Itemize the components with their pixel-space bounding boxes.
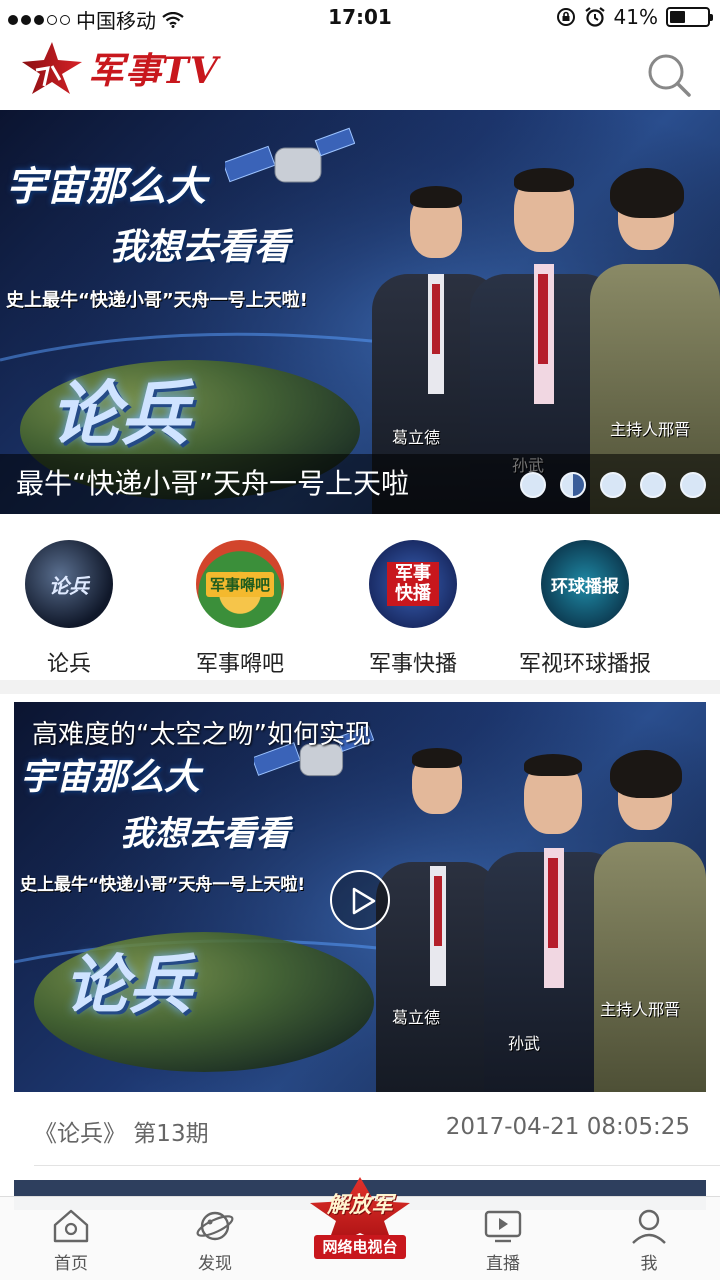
carousel-dot[interactable]: [680, 472, 706, 498]
person-left: [376, 748, 500, 1092]
category-row: 论兵 论兵 军事嘚吧 军事嘚吧 军事快播 军事快播 环球播报 军视环球播报: [0, 514, 720, 680]
huanqiu-bobao-icon: 环球播报: [541, 540, 629, 628]
lunbing-icon: 论兵: [25, 540, 113, 628]
search-icon[interactable]: [646, 52, 692, 98]
poster-show-logo: 论兵: [50, 373, 190, 455]
tab-label: 首页: [54, 1254, 88, 1274]
app-logo[interactable]: 军事TV: [14, 40, 219, 96]
poster-tagline: 史上最牛“快递小哥”天舟一号上天啦!: [20, 875, 306, 895]
play-button[interactable]: [330, 870, 390, 930]
tab-label: 发现: [198, 1254, 232, 1274]
user-icon: [632, 1209, 666, 1244]
app-header: 军事TV: [0, 36, 720, 110]
carousel-dot[interactable]: [520, 472, 546, 498]
tab-live[interactable]: 直播: [458, 1207, 548, 1274]
tab-label: 我: [640, 1254, 658, 1274]
name-tag-right: 主持人邢晋: [600, 1000, 681, 1019]
carousel-dot[interactable]: [600, 472, 626, 498]
satellite-icon: [225, 127, 355, 183]
tab-label: 直播: [486, 1254, 520, 1274]
name-tag-right: 主持人邢晋: [610, 420, 691, 439]
bottom-tab-bar: 首页 发现 解放军 网络电视台 直播 我: [0, 1177, 720, 1280]
category-junshi-deba[interactable]: 军事嘚吧 军事嘚吧: [155, 540, 325, 678]
featured-video[interactable]: 高难度的“太空之吻”如何实现 宇宙那么大 我想去看看 史上最牛“快递小哥”天舟一…: [14, 702, 706, 1092]
section-divider: [0, 680, 720, 694]
person-right: [594, 742, 706, 1092]
name-tag-left: 葛立德: [392, 428, 441, 447]
junshi-deba-icon: 军事嘚吧: [196, 540, 284, 628]
carousel-dot[interactable]: [560, 472, 586, 498]
poster-tagline: 史上最牛“快递小哥”天舟一号上天啦!: [6, 290, 308, 311]
video-title: 高难度的“太空之吻”如何实现: [32, 720, 371, 750]
category-junshi-kuaibo[interactable]: 军事快播 军事快播: [328, 540, 498, 678]
category-label: 论兵: [46, 652, 91, 677]
discover-planet-icon: [196, 1211, 234, 1241]
live-play-icon: [484, 1210, 522, 1243]
category-huanqiu-bobao[interactable]: 环球播报 军视环球播报: [500, 540, 670, 678]
play-icon: [352, 887, 376, 915]
category-label: 军事嘚吧: [195, 652, 284, 677]
poster-title-line2: 我想去看看: [120, 814, 290, 854]
carousel-pagination[interactable]: [520, 472, 706, 498]
hero-carousel[interactable]: 宇宙那么大 我想去看看 史上最牛“快递小哥”天舟一号上天啦! 论兵 葛立德 孙武…: [0, 110, 720, 514]
poster-title-line1: 宇宙那么大: [6, 164, 206, 210]
tab-me[interactable]: 我: [604, 1207, 694, 1274]
name-tag-center: 孙武: [508, 1034, 541, 1053]
tab-home[interactable]: 首页: [26, 1207, 116, 1274]
video-datetime: 2017-04-21 08:05:25: [445, 1114, 690, 1140]
status-bar: 中国移动 17:01 41%: [0, 0, 720, 36]
junshi-kuaibo-icon: 军事快播: [369, 540, 457, 628]
category-label: 军视环球播报: [518, 652, 651, 677]
list-divider: [34, 1165, 720, 1166]
battery-icon: [666, 7, 713, 27]
carousel-dot[interactable]: [640, 472, 666, 498]
logo-text: 军事TV: [88, 50, 219, 92]
home-icon: [53, 1209, 89, 1243]
category-lunbing[interactable]: 论兵 论兵: [0, 540, 154, 678]
military-star-icon: [22, 42, 82, 94]
video-program: 《论兵》 第13期: [34, 1121, 209, 1147]
tab-discover[interactable]: 发现: [170, 1207, 260, 1274]
poster-title-line2: 我想去看看: [110, 227, 291, 268]
center-tab-title: 解放军: [326, 1192, 393, 1218]
name-tag-left: 葛立德: [392, 1008, 441, 1027]
center-tab-subtitle: 网络电视台: [314, 1235, 406, 1259]
hero-caption[interactable]: 最牛“快递小哥”天舟一号上天啦: [16, 462, 409, 502]
category-label: 军事快播: [368, 652, 457, 677]
tab-center-pla-tv[interactable]: 解放军 网络电视台: [300, 1177, 420, 1277]
alarm-icon: [584, 7, 605, 27]
rotation-lock-icon: [556, 8, 575, 26]
poster-title-line1: 宇宙那么大: [20, 757, 201, 798]
poster-show-logo: 论兵: [64, 949, 192, 1023]
status-right: 41%: [556, 5, 713, 29]
battery-percent: 41%: [613, 5, 658, 29]
video-meta: 《论兵》 第13期 2017-04-21 08:05:25: [0, 1092, 720, 1166]
